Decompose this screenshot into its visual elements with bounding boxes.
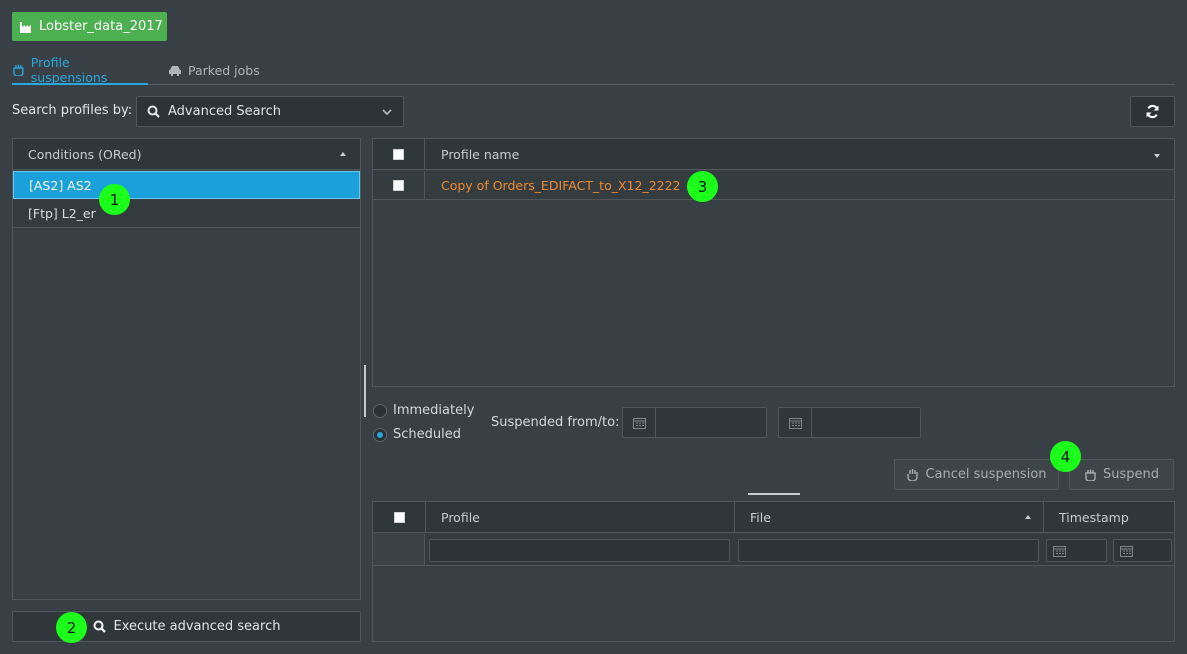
select-all-checkbox[interactable] (393, 148, 404, 160)
select-all-checkbox[interactable] (393, 512, 405, 523)
tab-parked-jobs[interactable]: Parked jobs (168, 56, 268, 85)
condition-label: [AS2] AS2 (29, 177, 92, 193)
hand-icon (907, 469, 919, 481)
tab-profile-suspensions[interactable]: Profile suspensions (12, 54, 148, 85)
table-row[interactable]: Copy of Orders_EDIFACT_to_X12_2222 (373, 171, 1174, 200)
car-icon (169, 66, 181, 76)
calendar-icon[interactable] (623, 408, 656, 437)
timestamp-to-filter[interactable] (1113, 539, 1172, 562)
filter-row (373, 534, 1174, 566)
scheduled-label: Scheduled (393, 427, 461, 442)
sort-up-icon (340, 152, 346, 156)
file-column-header[interactable]: File (734, 502, 1043, 533)
profile-name-header[interactable]: Profile name (425, 147, 519, 162)
profiles-table: Profile name Copy of Orders_EDIFACT_to_X… (372, 138, 1175, 387)
immediately-option[interactable]: Immediately (373, 403, 474, 418)
calendar-icon (1053, 546, 1066, 557)
search-mode-value: Advanced Search (168, 104, 282, 119)
tab-label: Profile suspensions (30, 54, 108, 85)
select-all-cell (373, 138, 425, 170)
refresh-button[interactable] (1130, 96, 1175, 127)
search-mode-select[interactable]: Advanced Search (136, 96, 404, 127)
search-icon (147, 105, 160, 118)
annotation-badge: 1 (99, 184, 130, 215)
immediately-label: Immediately (393, 403, 475, 418)
calendar-icon[interactable] (779, 408, 812, 437)
conditions-header-label: Conditions (ORed) (28, 146, 142, 162)
calendar-icon (1120, 546, 1133, 557)
sort-down-icon (1154, 154, 1160, 158)
execute-search-label: Execute advanced search (113, 619, 281, 634)
conditions-panel: Conditions (ORed) [AS2] AS2 [Ftp] L2_er (12, 138, 361, 600)
annotation-badge: 2 (56, 612, 87, 643)
app-title-button[interactable]: Lobster_data_2017 (12, 12, 167, 41)
hand-stop-icon (13, 64, 24, 76)
suspend-label: Suspend (1102, 467, 1159, 482)
tab-bar: Profile suspensions Parked jobs (12, 54, 1175, 85)
hand-stop-icon (1085, 469, 1096, 481)
profile-filter-input[interactable] (429, 539, 730, 562)
condition-item[interactable]: [Ftp] L2_er (13, 200, 360, 228)
vertical-splitter[interactable] (364, 365, 366, 417)
profile-name-link[interactable]: Copy of Orders_EDIFACT_to_X12_2222 (425, 178, 681, 193)
factory-icon (20, 21, 31, 33)
timestamp-from-filter[interactable] (1046, 539, 1107, 562)
profiles-table-header: Profile name (373, 138, 1174, 170)
refresh-icon (1146, 104, 1159, 119)
condition-label: [Ftp] L2_er (28, 206, 96, 221)
scheduled-option[interactable]: Scheduled (373, 427, 461, 442)
filter-spacer (373, 534, 425, 565)
select-all-cell (373, 502, 425, 533)
condition-item[interactable]: [AS2] AS2 (13, 171, 360, 199)
file-column-label: File (750, 510, 771, 525)
app-title-label: Lobster_data_2017 (39, 19, 163, 34)
search-icon (93, 620, 106, 633)
horizontal-splitter[interactable] (748, 493, 800, 495)
suspended-from-date[interactable] (622, 407, 767, 438)
row-select-cell (373, 171, 425, 199)
jobs-table-header: Profile File Timestamp (373, 502, 1174, 533)
suspend-button[interactable]: Suspend (1069, 459, 1174, 490)
jobs-table: Profile File Timestamp (372, 501, 1175, 642)
file-filter-input[interactable] (738, 539, 1039, 562)
profile-column-header[interactable]: Profile (425, 502, 734, 533)
profile-column-label: Profile (441, 510, 480, 525)
annotation-badge: 3 (687, 171, 718, 202)
suspended-to-date[interactable] (778, 407, 921, 438)
row-checkbox[interactable] (393, 179, 404, 191)
immediately-radio[interactable] (373, 403, 387, 418)
annotation-badge: 4 (1050, 441, 1081, 472)
scheduled-radio[interactable] (373, 427, 387, 442)
timestamp-column-label: Timestamp (1059, 510, 1129, 525)
chevron-down-icon (382, 109, 392, 116)
sort-up-icon (1025, 515, 1031, 519)
conditions-header[interactable]: Conditions (ORed) (13, 139, 360, 170)
timestamp-column-header[interactable]: Timestamp (1043, 502, 1174, 533)
cancel-suspension-label: Cancel suspension (925, 467, 1047, 482)
suspended-range-label: Suspended from/to: (491, 415, 620, 430)
tab-label: Parked jobs (188, 63, 260, 78)
search-by-label: Search profiles by: (12, 103, 133, 118)
cancel-suspension-button[interactable]: Cancel suspension (894, 459, 1059, 490)
